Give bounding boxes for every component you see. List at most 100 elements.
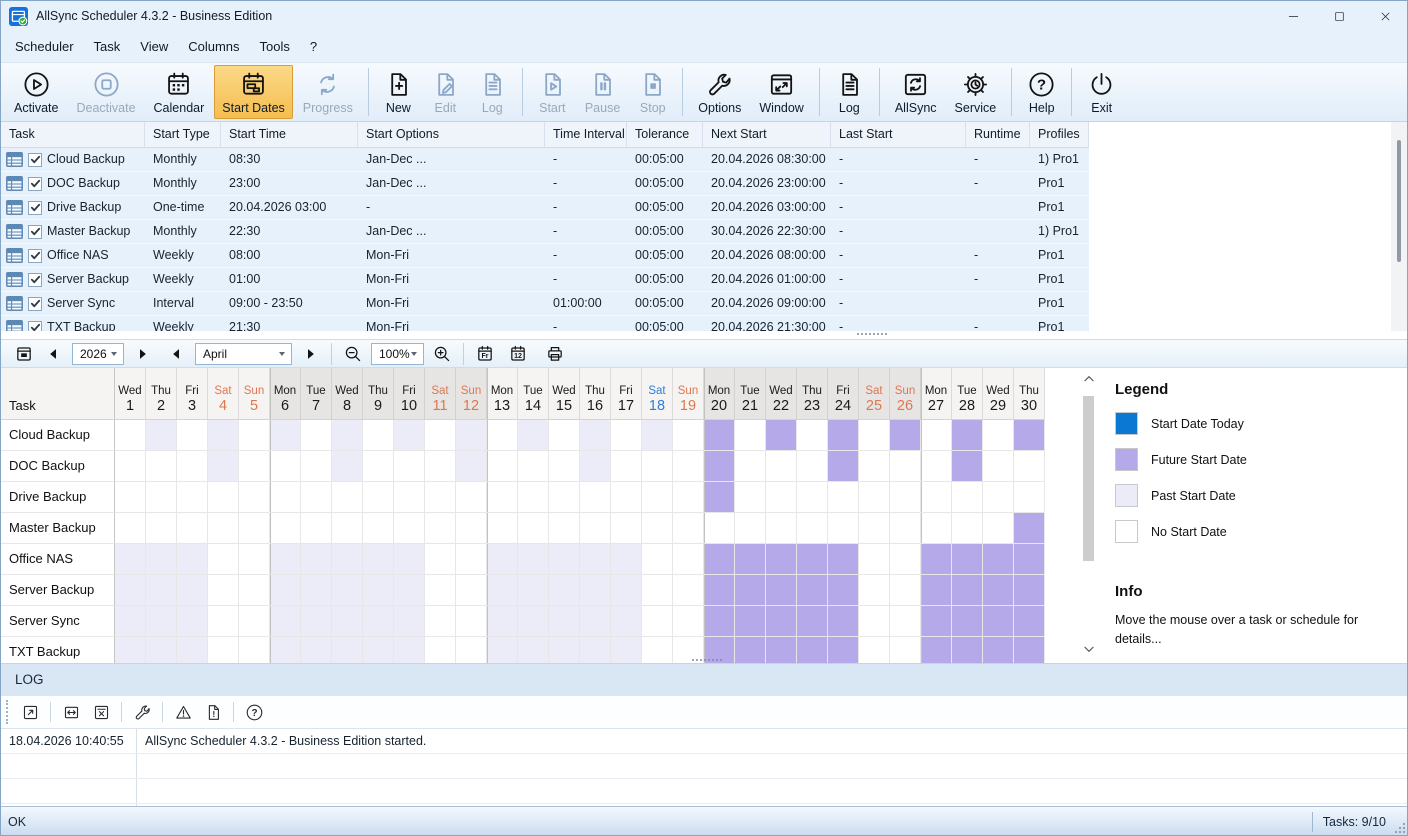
task-checkbox[interactable] <box>28 249 42 263</box>
minimize-button[interactable] <box>1270 0 1316 32</box>
allsync-button[interactable]: AllSync <box>887 65 945 119</box>
log-help-icon[interactable]: ? <box>241 699 267 725</box>
schedule-cell[interactable] <box>673 451 704 482</box>
schedule-cell[interactable] <box>921 420 952 451</box>
schedule-cell[interactable] <box>146 482 177 513</box>
menu-item-tools[interactable]: Tools <box>250 32 300 62</box>
schedule-cell[interactable] <box>363 420 394 451</box>
schedule-cell[interactable] <box>642 544 673 575</box>
menu-item-view[interactable]: View <box>130 32 178 62</box>
schedule-cell[interactable] <box>394 513 425 544</box>
options-button[interactable]: Options <box>690 65 749 119</box>
schedule-cell[interactable] <box>363 637 394 663</box>
schedule-cell[interactable] <box>146 544 177 575</box>
schedule-cell[interactable] <box>425 544 456 575</box>
schedule-cell[interactable] <box>859 451 890 482</box>
schedule-cell[interactable] <box>797 637 828 663</box>
schedule-cell[interactable] <box>425 451 456 482</box>
schedule-cell[interactable] <box>766 420 797 451</box>
task-checkbox[interactable] <box>28 297 42 311</box>
schedule-cell[interactable] <box>766 544 797 575</box>
schedule-cell[interactable] <box>239 451 270 482</box>
schedule-cell[interactable] <box>704 482 735 513</box>
table-row[interactable]: Office NASWeekly08:00Mon-Fri-00:05:0020.… <box>1 244 1089 268</box>
schedule-cell[interactable] <box>456 420 487 451</box>
schedule-cell[interactable] <box>797 544 828 575</box>
schedule-cell[interactable] <box>952 513 983 544</box>
schedule-cell[interactable] <box>115 420 146 451</box>
schedule-cell[interactable] <box>332 420 363 451</box>
schedule-cell[interactable] <box>146 606 177 637</box>
calendar-task-name[interactable]: Master Backup <box>1 513 115 544</box>
schedule-cell[interactable] <box>642 451 673 482</box>
first-weekday-icon[interactable]: Fr <box>473 342 497 366</box>
schedule-cell[interactable] <box>1014 544 1045 575</box>
schedule-cell[interactable] <box>766 575 797 606</box>
schedule-cell[interactable] <box>828 575 859 606</box>
schedule-cell[interactable] <box>983 420 1014 451</box>
progress-button[interactable]: Progress <box>295 65 361 119</box>
edit-button[interactable]: Edit <box>423 65 468 119</box>
schedule-cell[interactable] <box>270 513 301 544</box>
table-row[interactable]: TXT BackupWeekly21:30Mon-Fri-00:05:0020.… <box>1 316 1089 331</box>
exit-button[interactable]: Exit <box>1079 65 1124 119</box>
table-row[interactable]: Server BackupWeekly01:00Mon-Fri-00:05:00… <box>1 268 1089 292</box>
schedule-cell[interactable] <box>115 513 146 544</box>
day-numbers-icon[interactable]: 12 <box>506 342 530 366</box>
calendar-button[interactable]: Calendar <box>146 65 213 119</box>
schedule-cell[interactable] <box>456 575 487 606</box>
schedule-cell[interactable] <box>270 606 301 637</box>
schedule-cell[interactable] <box>177 482 208 513</box>
column-header-time_interval[interactable]: Time Interval <box>545 122 627 147</box>
schedule-cell[interactable] <box>487 575 518 606</box>
schedule-cell[interactable] <box>921 637 952 663</box>
schedule-cell[interactable] <box>487 637 518 663</box>
stop-button[interactable]: Stop <box>630 65 675 119</box>
close-button[interactable] <box>1362 0 1408 32</box>
schedule-cell[interactable] <box>673 513 704 544</box>
schedule-cell[interactable] <box>766 482 797 513</box>
schedule-cell[interactable] <box>735 513 766 544</box>
schedule-cell[interactable] <box>208 482 239 513</box>
schedule-cell[interactable] <box>208 420 239 451</box>
expand-log-icon[interactable] <box>17 699 43 725</box>
prev-month-button[interactable] <box>165 342 189 366</box>
schedule-cell[interactable] <box>952 482 983 513</box>
schedule-cell[interactable] <box>425 482 456 513</box>
schedule-cell[interactable] <box>921 606 952 637</box>
schedule-cell[interactable] <box>828 544 859 575</box>
calendar-today-icon[interactable] <box>12 342 36 366</box>
schedule-cell[interactable] <box>735 451 766 482</box>
schedule-cell[interactable] <box>673 482 704 513</box>
log-button[interactable]: Log <box>827 65 872 119</box>
schedule-cell[interactable] <box>859 544 890 575</box>
column-header-tolerance[interactable]: Tolerance <box>627 122 703 147</box>
schedule-cell[interactable] <box>425 575 456 606</box>
schedule-cell[interactable] <box>239 544 270 575</box>
schedule-cell[interactable] <box>332 575 363 606</box>
schedule-cell[interactable] <box>580 513 611 544</box>
schedule-cell[interactable] <box>487 513 518 544</box>
column-header-start_type[interactable]: Start Type <box>145 122 221 147</box>
schedule-cell[interactable] <box>921 482 952 513</box>
schedule-cell[interactable] <box>1014 637 1045 663</box>
schedule-cell[interactable] <box>456 513 487 544</box>
schedule-cell[interactable] <box>456 637 487 663</box>
schedule-cell[interactable] <box>394 637 425 663</box>
task-checkbox[interactable] <box>28 177 42 191</box>
menu-item-columns[interactable]: Columns <box>178 32 249 62</box>
warnings-filter-icon[interactable] <box>170 699 196 725</box>
table-scrollbar[interactable] <box>1391 122 1407 331</box>
schedule-cell[interactable] <box>859 637 890 663</box>
schedule-cell[interactable] <box>952 637 983 663</box>
schedule-cell[interactable] <box>890 420 921 451</box>
schedule-cell[interactable] <box>1014 575 1045 606</box>
schedule-cell[interactable] <box>766 637 797 663</box>
column-header-start_options[interactable]: Start Options <box>358 122 545 147</box>
schedule-cell[interactable] <box>456 544 487 575</box>
next-year-button[interactable] <box>130 342 154 366</box>
schedule-cell[interactable] <box>611 544 642 575</box>
schedule-cell[interactable] <box>332 513 363 544</box>
schedule-cell[interactable] <box>518 451 549 482</box>
schedule-cell[interactable] <box>518 482 549 513</box>
